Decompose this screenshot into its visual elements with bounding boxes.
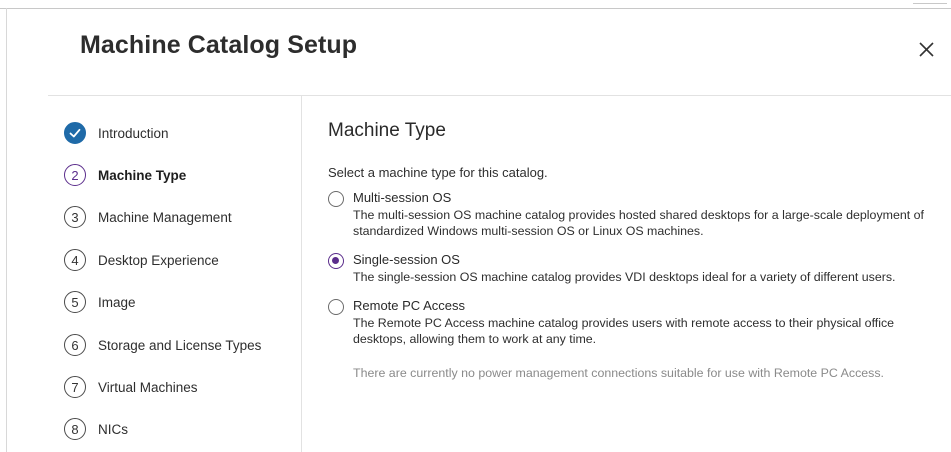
top-border — [0, 8, 951, 9]
step-desktop-experience[interactable]: 4 Desktop Experience — [64, 247, 219, 273]
step-label: Machine Management — [98, 209, 232, 225]
option-single-session-os[interactable]: Single-session OS The single-session OS … — [328, 252, 938, 286]
step-number: 2 — [64, 164, 86, 186]
section-title: Machine Type — [328, 120, 446, 141]
instruction-text: Select a machine type for this catalog. — [328, 165, 548, 180]
step-label: Virtual Machines — [98, 379, 198, 395]
step-label: Introduction — [98, 125, 169, 141]
option-multi-session-os[interactable]: Multi-session OS The multi-session OS ma… — [328, 190, 938, 240]
step-machine-management[interactable]: 3 Machine Management — [64, 204, 232, 230]
step-number: 5 — [64, 291, 86, 313]
step-label: NICs — [98, 421, 128, 437]
step-number: 6 — [64, 334, 86, 356]
close-icon — [919, 42, 934, 57]
step-storage-and-license-types[interactable]: 6 Storage and License Types — [64, 332, 261, 358]
option-description: The Remote PC Access machine catalog pro… — [353, 316, 895, 346]
dialog-title: Machine Catalog Setup — [80, 31, 358, 59]
step-number: 4 — [64, 249, 86, 271]
dialog: Machine Catalog Setup Introduction 2 Mac… — [0, 0, 951, 452]
option-remote-pc-access[interactable]: Remote PC Access The Remote PC Access ma… — [328, 298, 938, 398]
radio-multi-session-os[interactable] — [328, 191, 344, 207]
step-label: Image — [98, 294, 136, 310]
option-title: Multi-session OS — [353, 190, 452, 205]
option-title: Single-session OS — [353, 252, 460, 267]
checkmark-icon — [64, 122, 86, 144]
step-virtual-machines[interactable]: 7 Virtual Machines — [64, 374, 198, 400]
step-nics[interactable]: 8 NICs — [64, 416, 128, 442]
step-introduction[interactable]: Introduction — [64, 120, 169, 146]
header-divider — [48, 95, 951, 96]
option-description: The single-session OS machine catalog pr… — [353, 270, 896, 284]
option-note: There are currently no power management … — [353, 366, 884, 380]
step-label: Desktop Experience — [98, 252, 219, 268]
step-label: Machine Type — [98, 167, 187, 183]
radio-single-session-os[interactable] — [328, 253, 344, 269]
top-notch — [913, 3, 947, 4]
step-number: 8 — [64, 418, 86, 440]
option-title: Remote PC Access — [353, 298, 465, 313]
step-machine-type[interactable]: 2 Machine Type — [64, 162, 186, 188]
sidebar-divider — [301, 96, 302, 452]
step-number: 7 — [64, 376, 86, 398]
option-description: The multi-session OS machine catalog pro… — [353, 208, 924, 238]
left-edge — [6, 8, 7, 452]
step-image[interactable]: 5 Image — [64, 289, 136, 315]
radio-remote-pc-access[interactable] — [328, 299, 344, 315]
step-label: Storage and License Types — [98, 337, 262, 353]
step-number: 3 — [64, 206, 86, 228]
close-button[interactable] — [914, 36, 940, 62]
